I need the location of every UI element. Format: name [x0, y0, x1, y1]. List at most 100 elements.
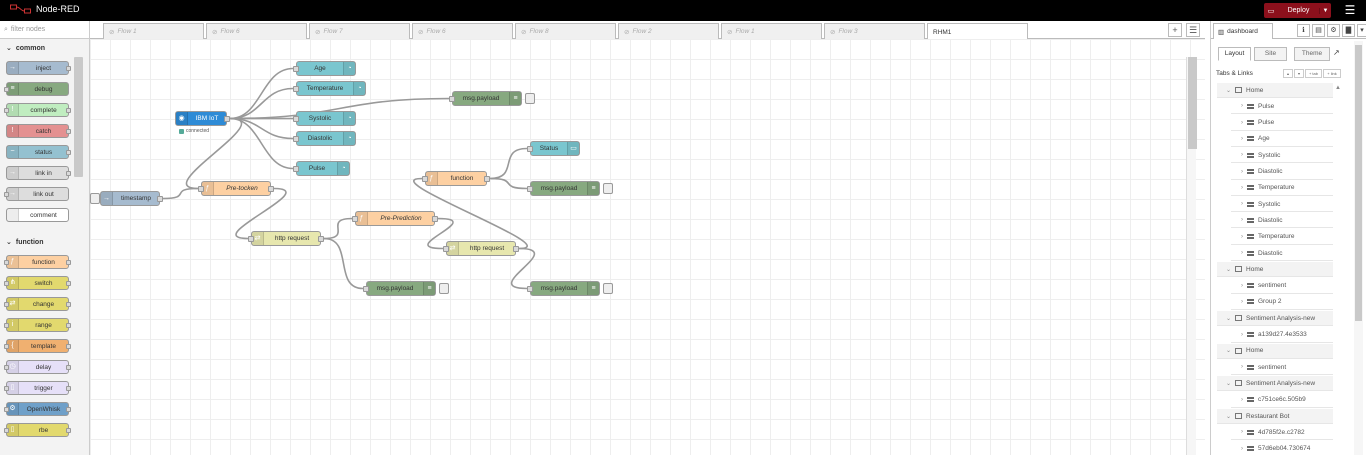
flow-node-msg-payload-3[interactable]: msg.payload ≡: [527, 181, 600, 196]
chevron-right-icon[interactable]: ›: [1241, 429, 1243, 435]
tree-group-row[interactable]: › Diastolic: [1231, 246, 1333, 261]
palette-node-range[interactable]: i range: [4, 318, 71, 332]
wire-function-to-status[interactable]: [489, 147, 528, 180]
collapse-all-button[interactable]: ▴: [1283, 69, 1293, 78]
palette-node-comment[interactable]: comment: [6, 208, 69, 222]
tab-flow-1[interactable]: ⊘ Flow 1: [103, 23, 204, 39]
workspace-scrollbar-thumb[interactable]: [1188, 57, 1197, 149]
palette-node-debug[interactable]: ≡ debug: [4, 82, 69, 96]
add-tab-button[interactable]: + tab: [1305, 69, 1322, 78]
input-port[interactable]: [527, 186, 533, 192]
input-port[interactable]: [443, 246, 449, 252]
input-port[interactable]: [352, 216, 358, 222]
palette-node-function[interactable]: ƒ function: [4, 255, 71, 269]
chevron-down-icon[interactable]: ⌄: [1226, 413, 1231, 420]
chevron-right-icon[interactable]: ›: [1241, 201, 1243, 207]
output-port[interactable]: [513, 246, 519, 252]
tree-group-row[interactable]: › 57d6eb04.730674: [1231, 441, 1333, 455]
tree-group-row[interactable]: › sentiment: [1231, 360, 1333, 376]
sidebar-tabs-menu-icon[interactable]: ▾: [1357, 24, 1366, 37]
debug-toggle-button[interactable]: [439, 283, 449, 294]
palette-node-link-in[interactable]: → link in: [6, 166, 71, 180]
tab-flow-6[interactable]: ⊘ Flow 6: [412, 23, 513, 39]
debug-toggle-button[interactable]: [603, 283, 613, 294]
palette-node-change[interactable]: ⇄ change: [4, 297, 71, 311]
wire-timestamp-to-pre-token[interactable]: [162, 187, 199, 200]
tree-tab-row[interactable]: ⌄ Restaurant Bot: [1217, 409, 1333, 424]
input-port[interactable]: [363, 286, 369, 292]
wire-function-to-msg-payload-3[interactable]: [489, 177, 528, 190]
chevron-right-icon[interactable]: ›: [1241, 169, 1243, 175]
wire-ibm-iot-to-pulse[interactable]: [229, 117, 294, 170]
flow-node-pulse[interactable]: Pulse ◔: [293, 161, 350, 176]
input-port[interactable]: [293, 166, 299, 172]
subtab-layout[interactable]: Layout: [1218, 47, 1251, 61]
tree-group-row[interactable]: › Temperature: [1231, 180, 1333, 196]
palette-node-inject[interactable]: → inject: [6, 61, 71, 75]
palette-node-trigger[interactable]: ▯ trigger: [4, 381, 71, 395]
tree-group-row[interactable]: › 4d785f2e.c2782: [1231, 425, 1333, 441]
input-port[interactable]: [293, 66, 299, 72]
tree-tab-row[interactable]: ⌄ Home: [1217, 262, 1333, 278]
flow-node-msg-payload-1[interactable]: msg.payload ≡: [449, 91, 522, 106]
tree-tab-row[interactable]: ⌄ Sentiment Analysis-new: [1217, 311, 1333, 327]
input-port[interactable]: [248, 236, 254, 242]
output-port[interactable]: [318, 236, 324, 242]
input-port[interactable]: [293, 136, 299, 142]
flow-node-diastolic[interactable]: Diastolic ◔: [293, 131, 356, 146]
debug-toggle-button[interactable]: [603, 183, 613, 194]
input-port[interactable]: [422, 176, 428, 182]
list-flows-icon[interactable]: ☰: [1186, 23, 1200, 37]
tree-group-row[interactable]: › Diastolic: [1231, 213, 1333, 229]
deploy-dropdown-icon[interactable]: ▼: [1319, 7, 1331, 14]
flow-node-msg-payload-4[interactable]: msg.payload ≡: [527, 281, 600, 296]
palette-category-common[interactable]: ⌄ common: [0, 40, 74, 56]
debug-toggle-button[interactable]: [525, 93, 535, 104]
main-menu-icon[interactable]: ☰: [1340, 2, 1360, 18]
chevron-right-icon[interactable]: ›: [1241, 103, 1243, 109]
palette-node-status[interactable]: ~ status: [6, 145, 71, 159]
flow-node-status[interactable]: Status ▭: [527, 141, 580, 156]
flow-node-temperature[interactable]: Temperature ◔: [293, 81, 366, 96]
palette-node-openwhisk[interactable]: ⚙ OpenWhisk: [4, 402, 71, 416]
tree-group-row[interactable]: › sentiment: [1231, 278, 1333, 294]
tab-flow-7[interactable]: ⊘ Flow 7: [309, 23, 410, 39]
tree-group-row[interactable]: › Pulse: [1231, 115, 1333, 131]
tab-flow-3[interactable]: ⊘ Flow 3: [824, 23, 925, 39]
output-port[interactable]: [224, 116, 230, 122]
book-icon[interactable]: ▤: [1312, 24, 1325, 37]
tree-tab-row[interactable]: ⌄ Home: [1217, 83, 1333, 98]
input-port[interactable]: [293, 116, 299, 122]
info-icon[interactable]: ℹ: [1297, 24, 1310, 37]
tree-group-row[interactable]: › Age: [1231, 131, 1333, 147]
palette-search[interactable]: ⌕ filter nodes: [0, 21, 89, 39]
output-port[interactable]: [268, 186, 274, 192]
tab-rhm1[interactable]: RHM1: [927, 23, 1028, 40]
input-port[interactable]: [527, 146, 533, 152]
flow-node-timestamp[interactable]: → timestamp: [100, 191, 163, 206]
tree-group-row[interactable]: › c751ce6c.505b9: [1231, 392, 1333, 408]
wire-http-request-1-to-pre-prediction[interactable]: [323, 217, 353, 240]
chevron-right-icon[interactable]: ›: [1241, 299, 1243, 305]
tree-group-row[interactable]: › Group 2: [1231, 294, 1333, 310]
chevron-right-icon[interactable]: ›: [1241, 120, 1243, 126]
tree-scroll-up-icon[interactable]: ▲: [1335, 85, 1341, 91]
tab-flow-1[interactable]: ⊘ Flow 1: [721, 23, 822, 39]
flow-node-function[interactable]: ƒ function: [422, 171, 490, 186]
tree-tab-row[interactable]: ⌄ Sentiment Analysis-new: [1217, 376, 1333, 392]
chevron-right-icon[interactable]: ›: [1241, 136, 1243, 142]
chevron-right-icon[interactable]: ›: [1241, 250, 1243, 256]
palette-node-delay[interactable]: ◷ delay: [4, 360, 71, 374]
flow-node-pre-token[interactable]: ƒ Pre-tocken: [198, 181, 274, 196]
flow-node-http-request-2[interactable]: ⇄ http request: [443, 241, 519, 256]
input-port[interactable]: [198, 186, 204, 192]
chevron-down-icon[interactable]: ⌄: [1226, 380, 1231, 387]
inject-trigger-button[interactable]: [90, 193, 100, 204]
tree-group-row[interactable]: › a139d27.4e3533: [1231, 327, 1333, 343]
tree-group-row[interactable]: › Diastolic: [1231, 164, 1333, 180]
sidebar-tab-dashboard[interactable]: ▥ dashboard: [1213, 23, 1273, 39]
palette-scrollbar[interactable]: [74, 57, 83, 177]
chevron-right-icon[interactable]: ›: [1241, 185, 1243, 191]
config-icon[interactable]: ⚙: [1327, 24, 1340, 37]
chevron-right-icon[interactable]: ›: [1241, 446, 1243, 452]
